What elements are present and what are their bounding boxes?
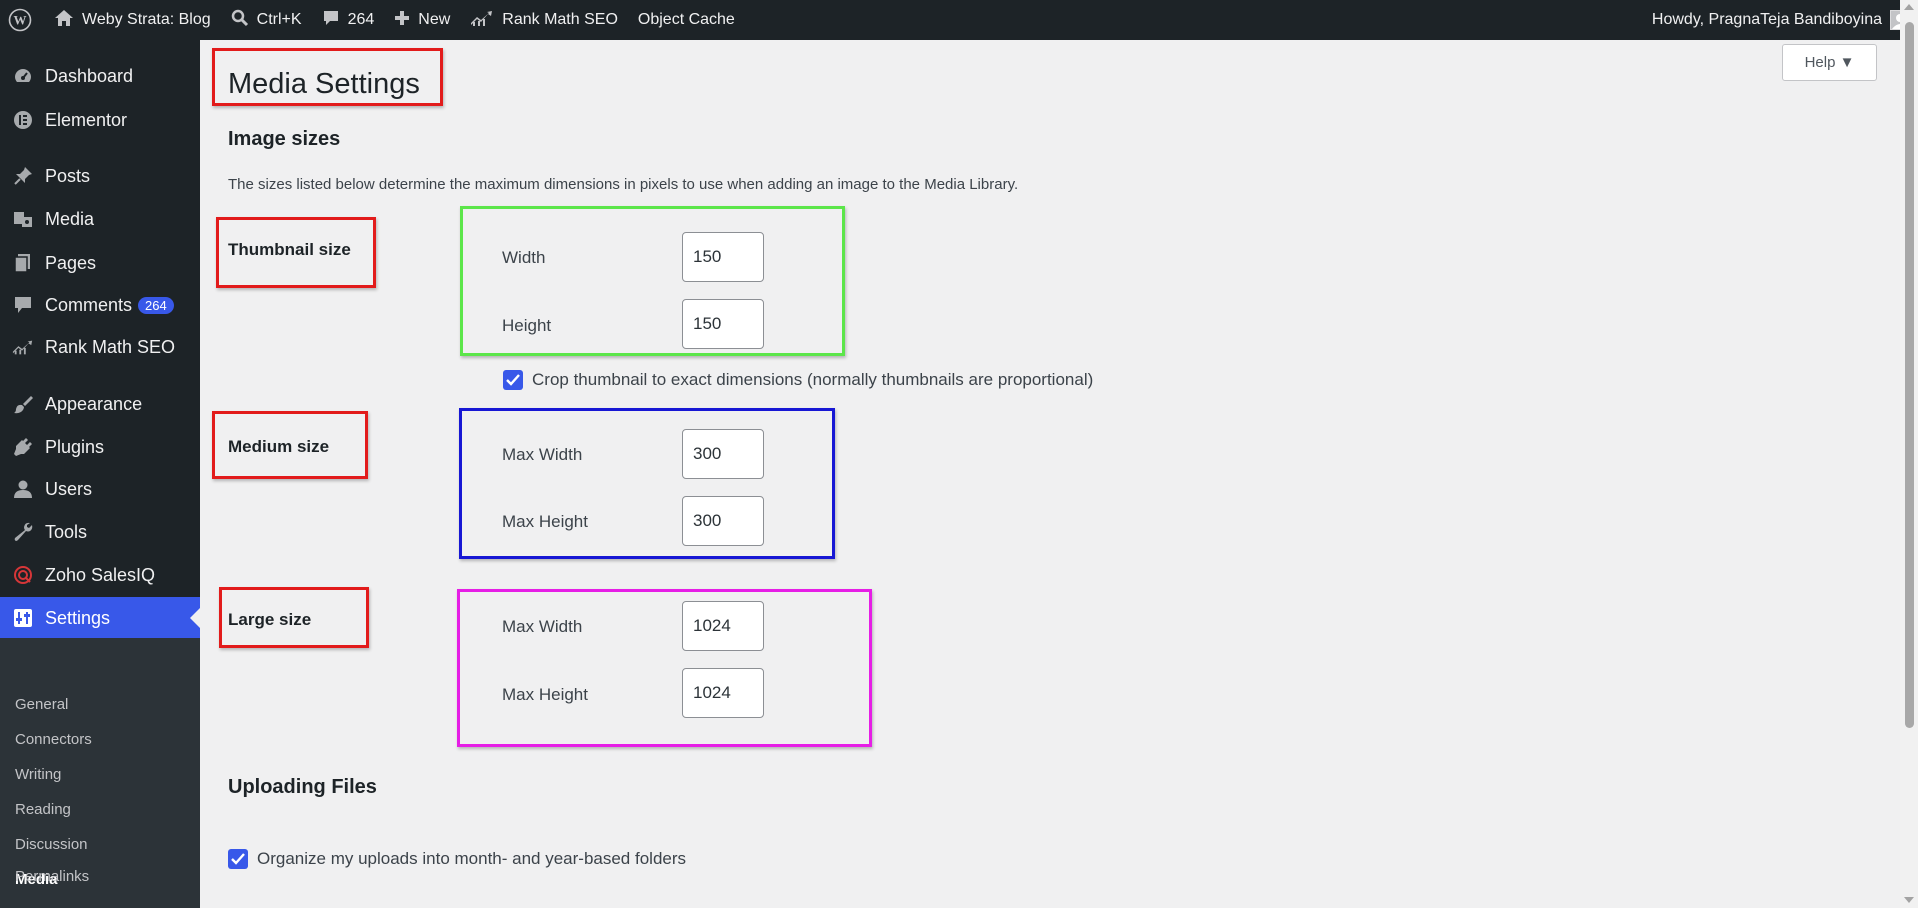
media-icon [12, 208, 34, 230]
checkmark-icon [506, 374, 520, 386]
submenu-item-general[interactable]: General [15, 696, 68, 713]
rankmath-adminbar-link[interactable]: Rank Math SEO [460, 0, 628, 40]
sidebar-item-settings[interactable]: Settings [0, 597, 200, 639]
sidebar-item-users[interactable]: Users [0, 468, 200, 510]
annotation-box-medium-label [212, 411, 368, 479]
new-content-button[interactable]: New [384, 0, 460, 40]
annotation-box-large-fields [457, 589, 872, 747]
new-label: New [418, 11, 451, 28]
rankmath-label: Rank Math SEO [502, 11, 618, 28]
annotation-box-medium-fields [459, 408, 835, 559]
object-cache-label: Object Cache [637, 11, 735, 28]
howdy-text: Howdy, PragnaTeja Bandiboyina [1651, 11, 1882, 28]
sidebar-item-label: Pages [45, 252, 97, 273]
scroll-thumb[interactable] [1905, 22, 1914, 728]
submenu-item-connectors[interactable]: Connectors [15, 731, 92, 748]
submenu-item-permalinks-label[interactable]: Permalinks [15, 868, 89, 885]
home-icon [54, 9, 82, 32]
comment-icon [322, 9, 348, 32]
crop-thumbnail-label: Crop thumbnail to exact dimensions (norm… [532, 370, 1094, 389]
sidebar-item-label: Posts [45, 165, 91, 186]
sidebar-item-label: Rank Math SEO [45, 336, 176, 357]
scroll-down-arrow-icon[interactable] [1904, 897, 1914, 903]
uploading-files-heading: Uploading Files [228, 776, 377, 798]
pin-icon [12, 165, 34, 187]
organize-uploads-label: Organize my uploads into month- and year… [257, 849, 687, 868]
my-account-menu[interactable]: Howdy, PragnaTeja Bandiboyina [1652, 10, 1918, 30]
sidebar-item-label: Comments [45, 294, 133, 315]
organize-uploads-checkbox[interactable] [228, 849, 248, 869]
wordpress-logo-icon[interactable]: W [0, 0, 44, 40]
rankmath-icon [12, 336, 34, 358]
sidebar-item-label: Plugins [45, 436, 105, 457]
sidebar-item-comments[interactable]: Comments 264 [0, 284, 200, 326]
annotation-box-thumbnail-label [216, 217, 376, 288]
settings-icon [12, 607, 34, 629]
plug-icon [12, 436, 34, 458]
sidebar-item-zoho[interactable]: Zoho SalesIQ [0, 554, 200, 596]
admin-bar: W Weby Strata: Blog Ctrl+K 264 New Rank … [0, 0, 1918, 40]
comment-icon [12, 294, 34, 316]
scroll-up-arrow-icon[interactable] [1904, 4, 1914, 10]
comments-count: 264 [347, 11, 375, 28]
sidebar-item-label: Users [45, 478, 93, 499]
crop-thumbnail-checkbox[interactable] [503, 370, 523, 390]
pages-icon [12, 252, 34, 274]
checkmark-icon [231, 853, 245, 865]
page-scrollbar[interactable] [1900, 0, 1918, 908]
zoho-icon [12, 564, 34, 586]
comments-badge: 264 [138, 296, 174, 314]
search-shortcut: Ctrl+K [256, 11, 302, 28]
admin-sidebar: Dashboard Elementor Posts Media Pages Co… [0, 40, 200, 908]
sidebar-item-label: Tools [45, 521, 88, 542]
submenu-item-writing[interactable]: Writing [15, 766, 61, 783]
dashboard-icon [12, 65, 34, 87]
sidebar-item-elementor[interactable]: Elementor [0, 99, 200, 141]
rankmath-icon [470, 10, 502, 31]
sidebar-item-label: Dashboard [45, 65, 134, 86]
help-button[interactable]: Help ▼ [1782, 44, 1877, 81]
site-name-link[interactable]: Weby Strata: Blog [44, 0, 221, 40]
sidebar-item-media[interactable]: Media [0, 198, 200, 240]
sidebar-item-tools[interactable]: Tools [0, 511, 200, 553]
site-name: Weby Strata: Blog [82, 11, 211, 28]
sidebar-item-label: Settings [45, 607, 111, 628]
sidebar-item-label: Elementor [45, 109, 128, 130]
sidebar-item-plugins[interactable]: Plugins [0, 426, 200, 468]
elementor-icon [12, 109, 34, 131]
image-sizes-description: The sizes listed below determine the max… [228, 176, 1019, 193]
sidebar-item-label: Zoho SalesIQ [45, 564, 156, 585]
brush-icon [12, 393, 34, 415]
object-cache-link[interactable]: Object Cache [628, 0, 745, 40]
sidebar-item-label: Appearance [45, 393, 143, 414]
command-palette-button[interactable]: Ctrl+K [221, 0, 312, 40]
sidebar-item-pages[interactable]: Pages [0, 242, 200, 284]
annotation-box-title [212, 48, 443, 106]
sidebar-item-rankmath[interactable]: Rank Math SEO [0, 326, 200, 368]
submenu-item-reading[interactable]: Reading [15, 801, 71, 818]
sidebar-item-dashboard[interactable]: Dashboard [0, 55, 200, 97]
sidebar-item-label: Media [45, 208, 95, 229]
sidebar-item-appearance[interactable]: Appearance [0, 383, 200, 425]
sidebar-item-posts[interactable]: Posts [0, 155, 200, 197]
annotation-box-large-label [219, 587, 369, 648]
annotation-box-thumbnail-fields [460, 206, 845, 356]
main-content: Help ▼ Media Settings Image sizes The si… [200, 40, 1900, 908]
comments-link[interactable]: 264 [312, 0, 385, 40]
svg-text:W: W [14, 13, 27, 28]
search-icon [231, 9, 257, 32]
wrench-icon [12, 521, 34, 543]
image-sizes-heading: Image sizes [228, 128, 341, 150]
user-icon [12, 478, 34, 500]
submenu-item-discussion[interactable]: Discussion [15, 836, 88, 853]
plus-icon [394, 10, 418, 31]
